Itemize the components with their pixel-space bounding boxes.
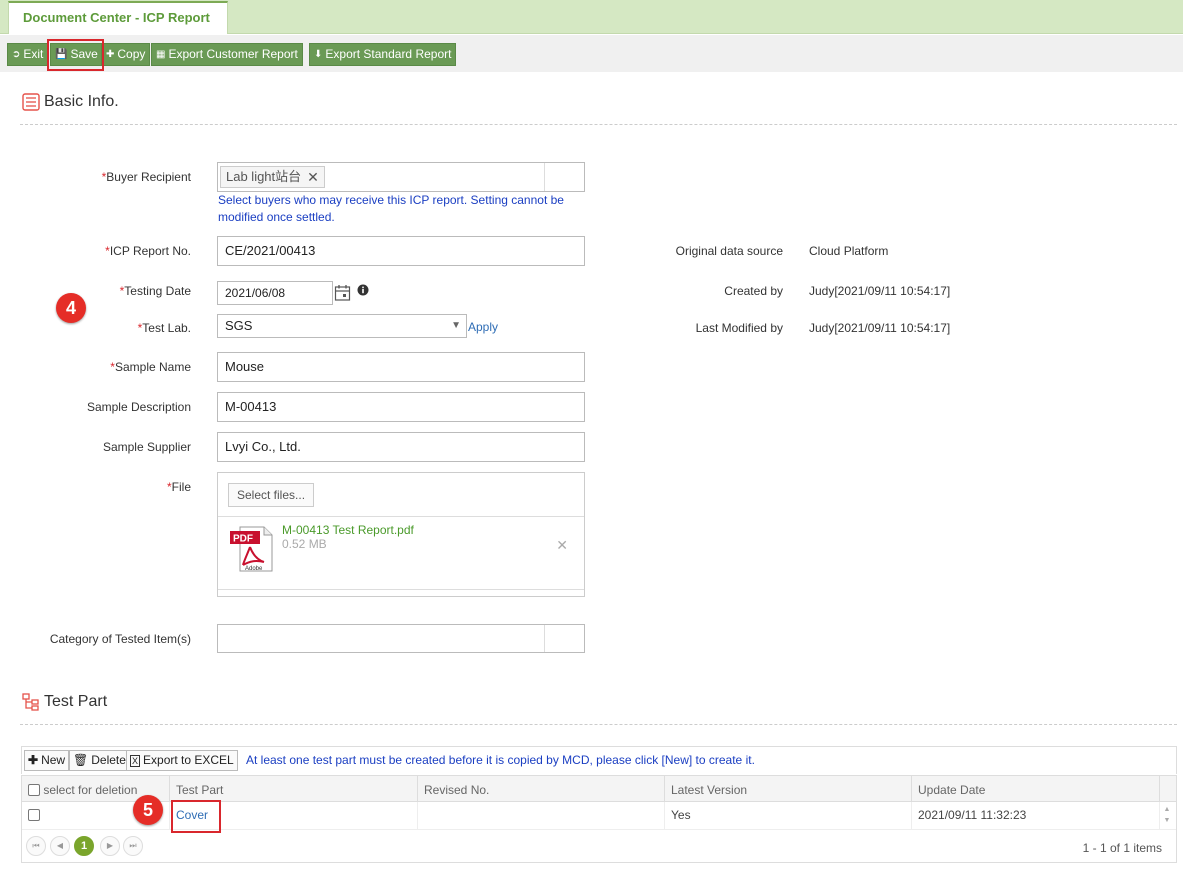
original-source-label: Original data source (675, 244, 783, 258)
category-label: Category of Tested Item(s) (49, 632, 191, 646)
file-upload: Select files... PDF Adobe M-00413 Test R… (217, 472, 585, 597)
new-button[interactable]: ✚ New (24, 750, 70, 771)
plus-icon: ✚ (28, 753, 39, 767)
first-page-icon[interactable]: ⏮ (26, 836, 46, 856)
icp-report-no-label: *ICP Report No. (105, 244, 191, 258)
sample-description-label: Sample Description (86, 400, 191, 414)
tree-icon (22, 693, 39, 711)
list-icon (22, 93, 40, 111)
copy-button[interactable]: ✚ Copy (101, 43, 151, 66)
last-page-icon[interactable]: ⏭ (123, 836, 143, 856)
tab-icp-report[interactable]: Document Center - ICP Report (8, 1, 228, 34)
revised-no-cell (418, 802, 665, 830)
testing-date-input[interactable]: 2021/06/08 (217, 281, 333, 305)
last-modified-label: Last Modified by (695, 321, 783, 335)
original-source-value: Cloud Platform (809, 244, 889, 258)
page-1-button[interactable]: 1 (74, 836, 94, 856)
toolbar: ➲ Exit 💾 Save ✚ Copy ▦ Export Customer R… (0, 35, 1183, 72)
save-highlight (47, 39, 104, 71)
last-modified-value: Judy[2021/09/11 10:54:17] (809, 321, 951, 335)
divider (20, 724, 1177, 725)
next-page-icon[interactable]: ▶ (100, 836, 120, 856)
pager-info: 1 - 1 of 1 items (1082, 841, 1162, 855)
update-date-cell: 2021/09/11 11:32:23 (912, 802, 1160, 830)
download-icon: ⬇ (314, 49, 323, 60)
excel-icon: X (130, 754, 141, 767)
excel-icon: ▦ (156, 49, 166, 60)
column-revised-no[interactable]: Revised No. (418, 776, 665, 802)
sample-supplier-label: Sample Supplier (102, 440, 191, 454)
test-part-title: Test Part (44, 693, 108, 710)
latest-version-cell: Yes (665, 802, 912, 830)
sample-name-label: *Sample Name (110, 360, 191, 374)
testing-date-label: *Testing Date (119, 284, 191, 298)
apply-link[interactable]: Apply (468, 320, 498, 334)
grid-header: select for deletion Test Part Revised No… (22, 776, 1176, 802)
icp-report-no-input[interactable]: CE/2021/00413 (217, 236, 585, 266)
info-icon[interactable] (357, 284, 369, 296)
divider (544, 625, 545, 652)
file-label: *File (166, 480, 191, 494)
exit-button[interactable]: ➲ Exit (7, 43, 49, 66)
column-latest-version[interactable]: Latest Version (665, 776, 912, 802)
test-part-header: Test Part (22, 693, 107, 711)
pdf-icon: PDF Adobe (230, 526, 273, 572)
file-item: PDF Adobe M-00413 Test Report.pdf 0.52 M… (218, 516, 584, 590)
divider (20, 124, 1177, 125)
export-customer-report-button[interactable]: ▦ Export Customer Report (151, 43, 303, 66)
tab-strip: Document Center - ICP Report (0, 0, 1183, 34)
buyer-chip[interactable]: Lab light站台 ✕ (220, 166, 325, 188)
select-all-checkbox[interactable] (28, 784, 40, 796)
trash-icon: 🗑 (73, 753, 89, 767)
plus-icon: ✚ (106, 49, 115, 60)
svg-text:PDF: PDF (233, 534, 253, 545)
divider (544, 163, 545, 191)
cover-highlight (171, 800, 221, 833)
calendar-icon[interactable] (334, 284, 351, 302)
scrollbar[interactable]: ▲ ▼ (1158, 802, 1176, 830)
select-files-button[interactable]: Select files... (228, 483, 315, 507)
sample-description-input[interactable]: M-00413 (217, 392, 585, 422)
step-badge-5: 5 (133, 795, 163, 825)
close-icon[interactable]: ✕ (307, 167, 319, 187)
buyer-recipient-label: *Buyer Recipient (101, 170, 191, 184)
basic-info-title: Basic Info. (44, 93, 119, 110)
pager: ⏮ ◀ 1 ▶ ⏭ 1 - 1 of 1 items (22, 832, 1176, 862)
sample-name-input[interactable]: Mouse (217, 352, 585, 382)
created-by-label: Created by (724, 284, 783, 298)
basic-info-header: Basic Info. (22, 93, 119, 111)
column-test-part[interactable]: Test Part (170, 776, 418, 802)
sample-supplier-input[interactable]: Lvyi Co., Ltd. (217, 432, 585, 462)
chevron-down-icon[interactable]: ▼ (451, 315, 461, 337)
test-lab-label: *Test Lab. (137, 321, 191, 335)
buyer-recipient-hint: Select buyers who may receive this ICP r… (218, 193, 564, 224)
file-name[interactable]: M-00413 Test Report.pdf (282, 523, 414, 537)
exit-icon: ➲ (12, 49, 21, 60)
prev-page-icon[interactable]: ◀ (50, 836, 70, 856)
export-standard-report-button[interactable]: ⬇ Export Standard Report (309, 43, 457, 66)
file-size: 0.52 MB (282, 537, 327, 551)
delete-button[interactable]: 🗑 Delete (69, 750, 130, 771)
created-by-value: Judy[2021/09/11 10:54:17] (809, 284, 951, 298)
export-excel-button[interactable]: X Export to EXCEL (126, 750, 238, 771)
svg-text:Adobe: Adobe (245, 566, 263, 572)
row-checkbox[interactable] (28, 809, 40, 821)
column-update-date[interactable]: Update Date (912, 776, 1160, 802)
test-part-message: At least one test part must be created b… (246, 753, 755, 767)
remove-file-icon[interactable]: ✕ (556, 537, 568, 554)
category-input[interactable] (217, 624, 585, 653)
test-lab-select[interactable]: SGS ▼ (217, 314, 467, 338)
test-part-toolbar: ✚ New 🗑 Delete X Export to EXCEL At leas… (21, 746, 1177, 774)
